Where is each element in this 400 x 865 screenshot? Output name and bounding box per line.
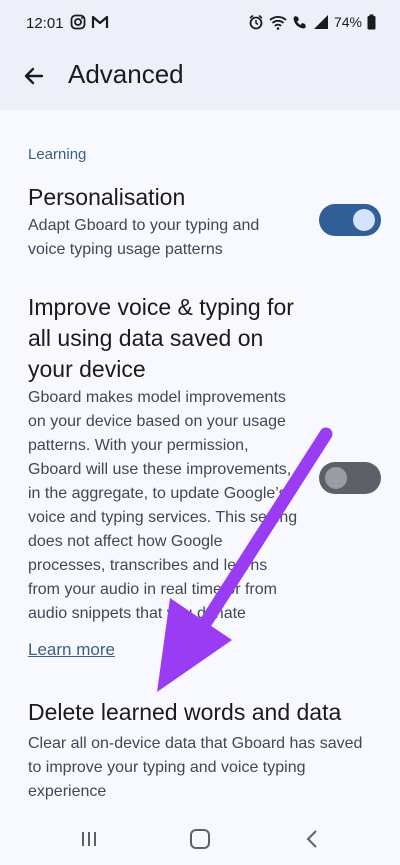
recents-icon	[82, 832, 96, 846]
app-bar: Advanced	[0, 48, 400, 110]
alarm-icon	[249, 14, 263, 30]
battery-percentage: 74%	[333, 14, 362, 30]
personalisation-title[interactable]: Personalisation	[28, 182, 185, 213]
signal-icon	[313, 15, 328, 29]
back-button[interactable]	[18, 60, 50, 92]
delete-learned-words-title[interactable]: Delete learned words and data	[28, 697, 341, 728]
learn-more-link[interactable]: Learn more	[28, 640, 115, 660]
gmail-icon	[91, 15, 109, 28]
wifi-icon	[269, 16, 287, 30]
home-icon	[190, 829, 210, 849]
status-bar: 12:01 74%	[0, 0, 400, 48]
nav-back-button[interactable]	[300, 826, 326, 852]
home-button[interactable]	[187, 826, 213, 852]
personalisation-description: Adapt Gboard to your typing and voice ty…	[28, 217, 260, 258]
delete-learned-words-description: Clear all on-device data that Gboard has…	[28, 735, 363, 800]
improve-voice-typing-toggle[interactable]	[319, 462, 381, 494]
improve-voice-typing-title[interactable]: Improve voice & typing for all using dat…	[28, 292, 298, 385]
arrow-back-icon	[24, 67, 44, 85]
wifi-call-icon	[293, 16, 306, 29]
personalisation-toggle[interactable]	[319, 204, 381, 236]
settings-list: Learning Personalisation Adapt Gboard to…	[0, 110, 400, 813]
battery-icon	[367, 14, 376, 30]
instagram-icon	[70, 14, 86, 30]
status-time: 12:01	[26, 15, 64, 32]
recents-button[interactable]	[76, 826, 102, 852]
page-title: Advanced	[68, 59, 184, 89]
improve-voice-typing-description: Gboard makes model improvements on your …	[28, 389, 298, 622]
back-icon	[306, 830, 317, 848]
navigation-bar	[0, 813, 400, 865]
section-header-learning: Learning	[28, 146, 87, 163]
toggle-thumb	[325, 467, 347, 489]
toggle-thumb	[353, 209, 375, 231]
